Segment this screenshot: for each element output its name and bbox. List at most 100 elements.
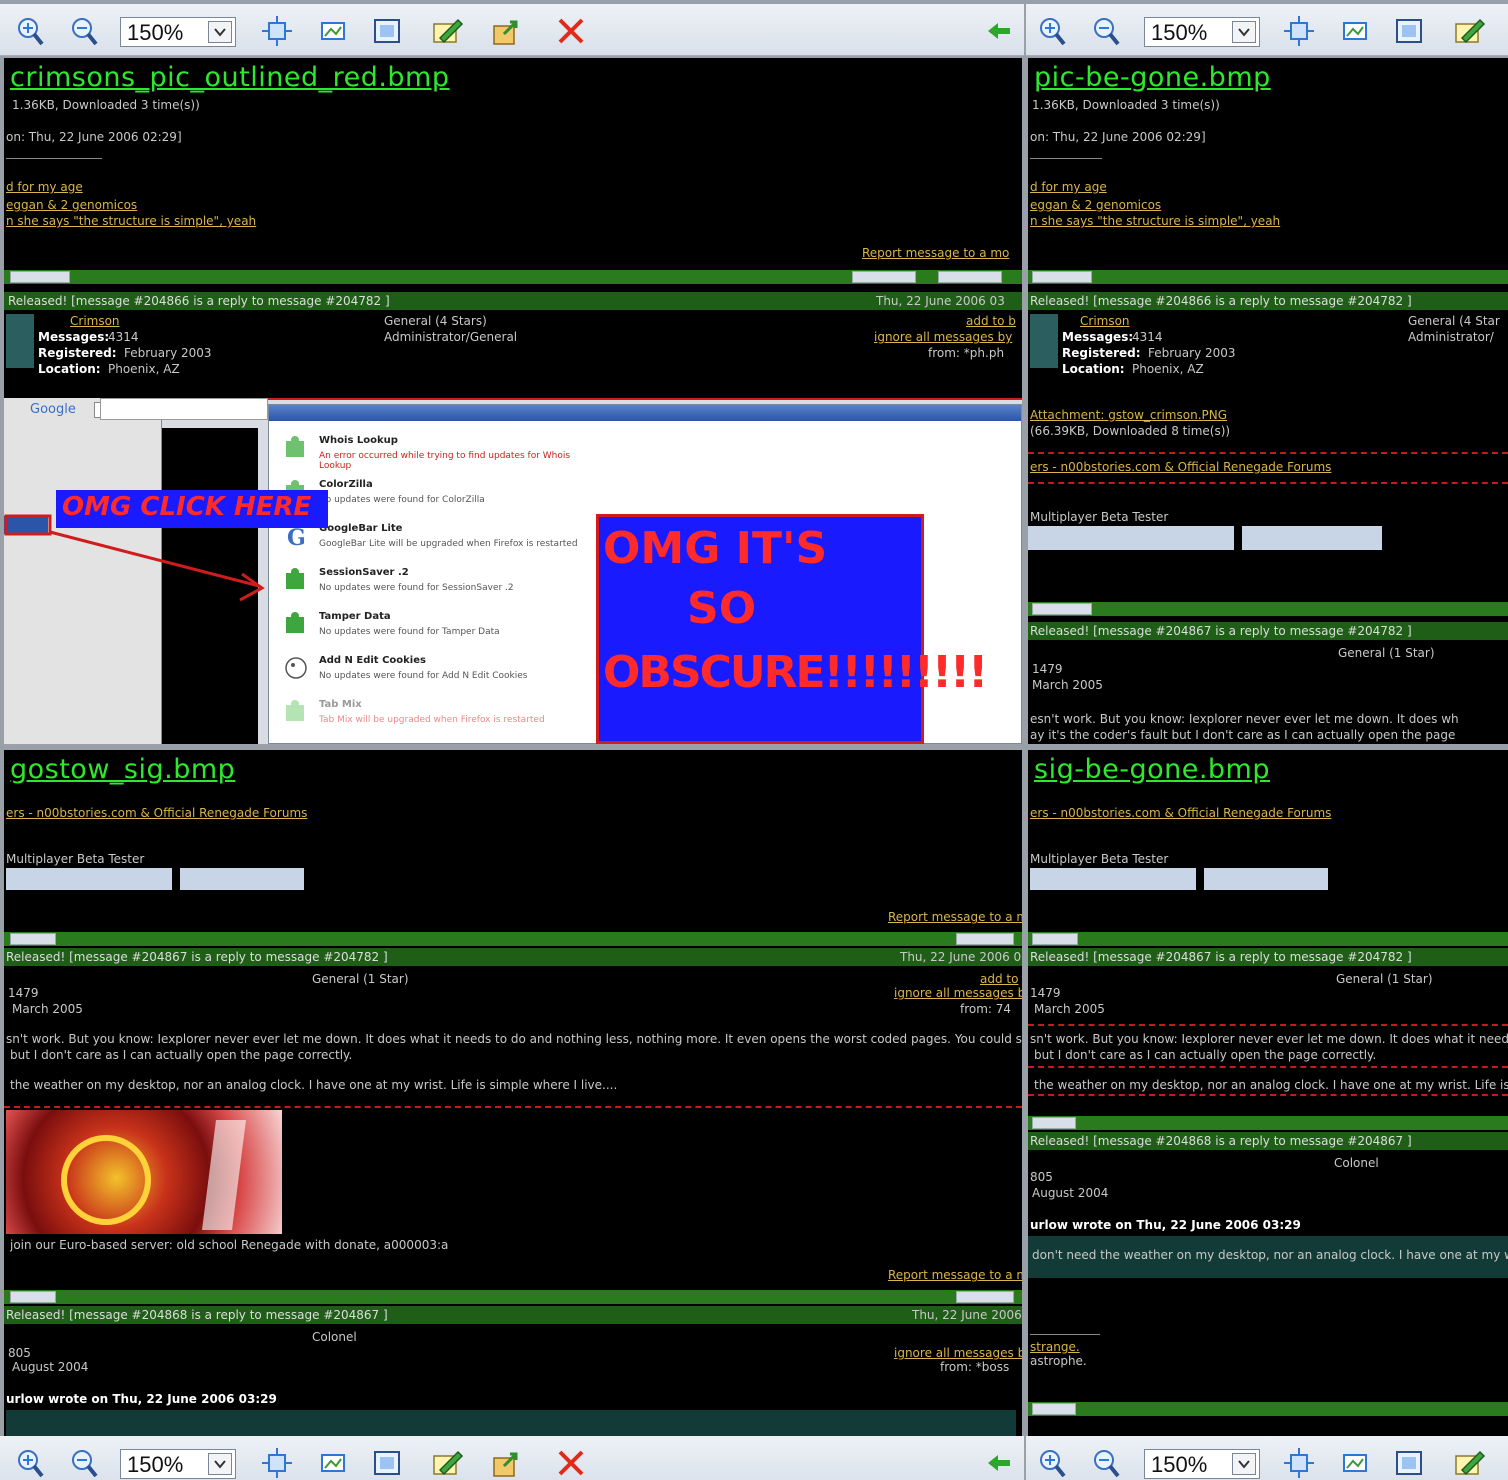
zoom-select[interactable]: 150%: [1144, 17, 1260, 47]
chevron-down-icon[interactable]: [1232, 21, 1256, 43]
address-field[interactable]: [100, 398, 268, 420]
registered-value: February 2003: [124, 346, 212, 360]
chevron-down-icon[interactable]: [1232, 1453, 1256, 1475]
sig-link[interactable]: d for my age: [1030, 180, 1107, 194]
extension-row[interactable]: Add N Edit Cookies No updates were found…: [283, 649, 583, 689]
edit-icon[interactable]: [430, 1446, 464, 1480]
add-to-buddy-link[interactable]: add to: [980, 972, 1018, 986]
chevron-down-icon[interactable]: [208, 1453, 232, 1475]
post-bar: [1028, 270, 1508, 284]
back-arrow-icon[interactable]: [982, 1446, 1016, 1480]
signature-link[interactable]: strange.: [1030, 1340, 1080, 1354]
fullscreen-icon[interactable]: [1392, 14, 1426, 48]
fullscreen-icon[interactable]: [370, 1446, 404, 1480]
back-arrow-icon[interactable]: [982, 14, 1016, 48]
zoom-in-icon[interactable]: [1034, 1446, 1068, 1480]
fit-icon[interactable]: [1282, 14, 1316, 48]
zoom-in-icon[interactable]: [1034, 14, 1068, 48]
zoom-value: 150%: [1151, 1452, 1208, 1477]
close-icon[interactable]: [554, 14, 588, 48]
image-pane-top-right[interactable]: pic-be-gone.bmp 1.36KB, Downloaded 3 tim…: [1028, 58, 1508, 744]
chevron-down-icon[interactable]: [208, 21, 232, 43]
ignore-link[interactable]: ignore all messages by: [874, 330, 1012, 344]
reply-button[interactable]: [956, 933, 1014, 945]
add-to-buddy-link[interactable]: add to b: [966, 314, 1016, 328]
zoom-out-icon[interactable]: [66, 14, 100, 48]
fit-icon[interactable]: [260, 1446, 294, 1480]
report-link[interactable]: Report message to a mo: [862, 246, 1009, 260]
zoom-out-icon[interactable]: [66, 1446, 100, 1480]
sig-link[interactable]: n she says "the structure is simple", ye…: [6, 214, 256, 228]
edit-icon[interactable]: [1452, 1446, 1486, 1480]
extension-row[interactable]: Whois Lookup An error occurred while try…: [283, 429, 583, 471]
signature-links[interactable]: ers - n00bstories.com & Official Renegad…: [1030, 460, 1331, 474]
attachment-link[interactable]: Attachment: gstow_crimson.PNG: [1030, 408, 1227, 422]
sig-link[interactable]: eggan & 2 genomicos: [1030, 198, 1161, 212]
puzzle-icon: [283, 611, 309, 637]
reply-button[interactable]: [956, 1291, 1014, 1303]
export-icon[interactable]: [490, 1446, 524, 1480]
message-date: Thu, 22 June 2006: [912, 1308, 1022, 1322]
actual-size-icon[interactable]: [316, 14, 350, 48]
svg-text:G: G: [287, 525, 306, 549]
message-header: Released! [message #204868 is a reply to…: [1030, 1134, 1412, 1148]
sig-link[interactable]: eggan & 2 genomicos: [6, 198, 137, 212]
zoom-out-icon[interactable]: [1088, 14, 1122, 48]
signature-links[interactable]: ers - n00bstories.com & Official Renegad…: [1030, 806, 1331, 820]
top-button[interactable]: [1032, 603, 1092, 615]
message-header: Released! [message #204867 is a reply to…: [1030, 624, 1412, 638]
extension-row[interactable]: Tamper Data No updates were found for Ta…: [283, 605, 583, 645]
top-button[interactable]: [10, 933, 56, 945]
edit-icon[interactable]: [1452, 14, 1486, 48]
fit-icon[interactable]: [1282, 1446, 1316, 1480]
zoom-out-icon[interactable]: [1088, 1446, 1122, 1480]
username-link[interactable]: Crimson: [70, 314, 120, 328]
image-pane-bottom-left[interactable]: gostow_sig.bmp ers - n00bstories.com & O…: [4, 750, 1022, 1436]
window-titlebar: [269, 405, 1021, 421]
image-pane-bottom-right[interactable]: sig-be-gone.bmp ers - n00bstories.com & …: [1028, 750, 1508, 1436]
location-value: Phoenix, AZ: [108, 362, 180, 376]
sig-link[interactable]: d for my age: [6, 180, 83, 194]
quote-button[interactable]: [852, 271, 916, 283]
extension-status: No updates were found for Add N Edit Coo…: [319, 671, 528, 681]
message-body: sn't work. But you know: Iexplorer never…: [6, 1032, 1022, 1046]
username-link[interactable]: Crimson: [1080, 314, 1130, 328]
report-link[interactable]: Report message to a m: [888, 910, 1022, 924]
fullscreen-icon[interactable]: [1392, 1446, 1426, 1480]
image-pane-top-left[interactable]: crimsons_pic_outlined_red.bmp 1.36KB, Do…: [4, 58, 1022, 744]
callout-line-3: OBSCURE!!!!!!!!!: [603, 647, 988, 698]
message-header: Released! [message #204867 is a reply to…: [6, 950, 388, 964]
post-bar: [1028, 602, 1508, 616]
top-button[interactable]: [10, 1291, 56, 1303]
top-button[interactable]: [1032, 1117, 1076, 1129]
extension-row[interactable]: ColorZilla No updates were found for Col…: [283, 473, 583, 513]
extension-row[interactable]: G GoogleBar Lite GoogleBar Lite will be …: [283, 517, 583, 557]
ignore-link[interactable]: ignore all messages b: [894, 1346, 1022, 1360]
top-button[interactable]: [10, 271, 70, 283]
extension-row[interactable]: SessionSaver .2 No updates were found fo…: [283, 561, 583, 601]
signature-links[interactable]: ers - n00bstories.com & Official Renegad…: [6, 806, 307, 820]
zoom-select[interactable]: 150%: [120, 1449, 236, 1479]
ignore-link[interactable]: ignore all messages b: [894, 986, 1022, 1000]
export-icon[interactable]: [490, 14, 524, 48]
fullscreen-icon[interactable]: [370, 14, 404, 48]
extension-status: No updates were found for SessionSaver .…: [319, 583, 514, 593]
actual-size-icon[interactable]: [1338, 1446, 1372, 1480]
sig-link[interactable]: n she says "the structure is simple", ye…: [1030, 214, 1280, 228]
top-button[interactable]: [1032, 1403, 1076, 1415]
top-button[interactable]: [1032, 933, 1078, 945]
zoom-in-icon[interactable]: [12, 1446, 46, 1480]
reply-button[interactable]: [938, 271, 1002, 283]
actual-size-icon[interactable]: [1338, 14, 1372, 48]
extension-row[interactable]: Tab Mix Tab Mix will be upgraded when Fi…: [283, 693, 583, 733]
report-link[interactable]: Report message to a m: [888, 1268, 1022, 1282]
actual-size-icon[interactable]: [316, 1446, 350, 1480]
zoom-select[interactable]: 150%: [120, 17, 236, 47]
edit-icon[interactable]: [430, 14, 464, 48]
signature-title: Multiplayer Beta Tester: [1030, 510, 1169, 524]
fit-icon[interactable]: [260, 14, 294, 48]
close-icon[interactable]: [554, 1446, 588, 1480]
top-button[interactable]: [1032, 271, 1092, 283]
zoom-select[interactable]: 150%: [1144, 1449, 1260, 1479]
zoom-in-icon[interactable]: [12, 14, 46, 48]
